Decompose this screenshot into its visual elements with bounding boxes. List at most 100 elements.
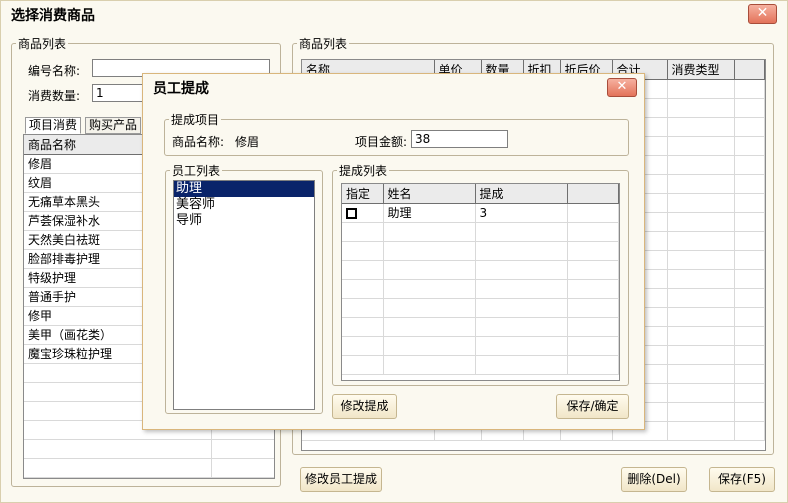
modify-commission-button[interactable]: 修改提成 — [332, 394, 397, 419]
staff-commission-dialog: 员工提成 ✕ 提成项目 商品名称: 修眉 项目金额: 38 员工列表 助理 美容师… — [142, 73, 645, 430]
right-goods-legend: 商品列表 — [299, 37, 348, 51]
commission-check-cell — [342, 336, 384, 356]
save-button[interactable]: 保存(F5) — [709, 467, 775, 492]
selected-goods-cell — [734, 326, 765, 346]
commission-spacer-cell — [567, 355, 619, 375]
goods-name-cell — [24, 439, 212, 459]
selected-goods-cell — [667, 117, 735, 137]
commission-value-cell — [475, 222, 568, 242]
goods-row[interactable] — [24, 458, 274, 478]
selected-goods-cell — [667, 326, 735, 346]
commission-row[interactable] — [342, 317, 619, 337]
selected-goods-cell — [734, 231, 765, 251]
commission-project-legend: 提成项目 — [171, 113, 220, 127]
selected-goods-cell — [667, 193, 735, 213]
commission-check-cell — [342, 317, 384, 337]
selected-goods-cell — [734, 193, 765, 213]
project-amount-input[interactable]: 38 — [411, 130, 508, 148]
selected-goods-cell — [734, 269, 765, 289]
commission-row[interactable]: 助理 3 — [342, 203, 619, 223]
staff-listbox[interactable]: 助理 美容师 导师 — [173, 180, 315, 410]
commission-name-cell: 助理 — [383, 203, 476, 223]
commission-check-cell — [342, 355, 384, 375]
selected-goods-cell — [734, 174, 765, 194]
commission-check-cell — [342, 241, 384, 261]
commission-value-cell — [475, 241, 568, 261]
commission-grid: 指定 姓名 提成 助理 3 — [341, 183, 620, 381]
commission-row[interactable] — [342, 298, 619, 318]
selected-goods-cell — [734, 136, 765, 156]
selected-goods-cell — [667, 98, 735, 118]
commission-value-cell — [475, 317, 568, 337]
window-close-icon[interactable]: ✕ — [748, 4, 777, 24]
goods-name-cell — [24, 458, 212, 478]
commission-col-header[interactable]: 指定 — [342, 184, 384, 204]
selected-goods-cell — [734, 250, 765, 270]
window-titlebar[interactable]: 选择消费商品 ✕ — [1, 1, 787, 28]
commission-name-cell — [383, 317, 476, 337]
quantity-label: 消费数量: — [28, 89, 81, 103]
commission-row[interactable] — [342, 355, 619, 375]
selected-goods-cell — [667, 250, 735, 270]
commission-spacer-cell — [567, 298, 619, 318]
selected-goods-cell — [667, 383, 735, 403]
commission-col-header[interactable]: 提成 — [475, 184, 568, 204]
commission-row[interactable] — [342, 222, 619, 242]
staff-list-item[interactable]: 美容师 — [174, 197, 314, 213]
selected-goods-cell — [667, 174, 735, 194]
delete-button[interactable]: 删除(Del) — [621, 467, 687, 492]
commission-col-header[interactable]: 姓名 — [383, 184, 476, 204]
right-col-spacer — [734, 60, 765, 80]
tab-project-consume[interactable]: 项目消费 — [25, 117, 82, 134]
right-col-header[interactable]: 消费类型 — [667, 60, 735, 80]
commission-spacer-cell — [567, 203, 619, 223]
commission-value-cell — [475, 260, 568, 280]
left-goods-legend: 商品列表 — [18, 37, 67, 51]
commission-spacer-cell — [567, 222, 619, 242]
selected-goods-cell — [734, 383, 765, 403]
dialog-close-icon[interactable]: ✕ — [607, 78, 637, 97]
selected-goods-cell — [734, 155, 765, 175]
commission-row[interactable] — [342, 241, 619, 261]
commission-spacer-cell — [567, 241, 619, 261]
selected-goods-cell — [734, 212, 765, 232]
selected-goods-cell — [734, 364, 765, 384]
product-name-label: 商品名称: — [172, 135, 225, 149]
staff-list-item[interactable]: 助理 — [174, 181, 314, 197]
selected-goods-cell — [734, 402, 765, 422]
commission-name-cell — [383, 260, 476, 280]
selected-goods-cell — [734, 98, 765, 118]
commission-check-cell — [342, 222, 384, 242]
commission-value-cell — [475, 336, 568, 356]
code-name-label: 编号名称: — [28, 64, 81, 78]
commission-check-cell — [342, 260, 384, 280]
save-confirm-button[interactable]: 保存/确定 — [556, 394, 629, 419]
selected-goods-cell — [667, 136, 735, 156]
commission-row[interactable] — [342, 260, 619, 280]
commission-name-cell — [383, 279, 476, 299]
commission-spacer-cell — [567, 336, 619, 356]
selected-goods-cell — [734, 421, 765, 441]
selected-goods-cell — [734, 117, 765, 137]
commission-list-legend: 提成列表 — [339, 164, 388, 178]
staff-list-item[interactable]: 导师 — [174, 213, 314, 229]
commission-row[interactable] — [342, 279, 619, 299]
commission-name-cell — [383, 222, 476, 242]
commission-check-cell — [342, 279, 384, 299]
commission-name-cell — [383, 336, 476, 356]
goods-extra-cell — [211, 458, 274, 478]
assign-checkbox[interactable] — [346, 207, 357, 219]
commission-name-cell — [383, 355, 476, 375]
selected-goods-cell — [667, 212, 735, 232]
tab-buy-product[interactable]: 购买产品 — [85, 117, 142, 134]
selected-goods-cell — [667, 155, 735, 175]
modify-staff-commission-button[interactable]: 修改员工提成 — [300, 467, 382, 492]
commission-row[interactable] — [342, 336, 619, 356]
commission-value-cell — [475, 355, 568, 375]
selected-goods-cell — [667, 231, 735, 251]
goods-row[interactable] — [24, 439, 274, 459]
window-title: 选择消费商品 — [11, 8, 95, 24]
selected-goods-cell — [667, 288, 735, 308]
selected-goods-cell — [667, 269, 735, 289]
commission-check-cell — [342, 298, 384, 318]
